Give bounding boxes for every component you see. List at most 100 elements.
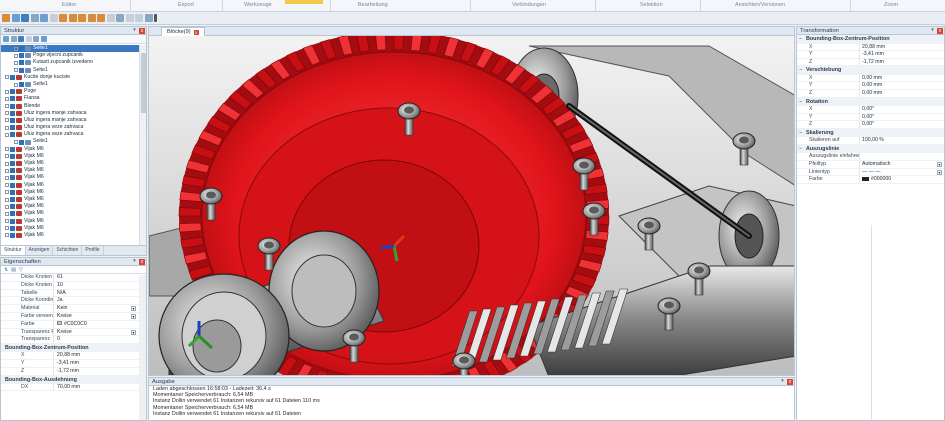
3d-viewport[interactable]: Blöcke(9) x	[148, 26, 795, 376]
expand-toggle-icon[interactable]	[5, 219, 9, 224]
filter-icon[interactable]	[40, 36, 47, 42]
tree-item[interactable]: Uluz ingera manje zahvaca	[1, 110, 140, 117]
expand-toggle-icon[interactable]	[5, 104, 9, 109]
pin-icon[interactable]: ▾	[132, 259, 137, 264]
isolate-icon[interactable]	[33, 36, 39, 42]
ribbon-group-verbindungen[interactable]: Verbindungen	[512, 2, 546, 8]
tree-item[interactable]: Flansa	[1, 95, 140, 102]
property-value[interactable]: 10	[53, 281, 146, 289]
color-swatch[interactable]	[862, 176, 869, 181]
tree-item[interactable]: Uluz ingera manje zahvaca	[1, 117, 140, 124]
visibility-checkbox[interactable]	[10, 74, 15, 80]
transform-row[interactable]: Z 0,00 mm	[797, 89, 944, 98]
dropdown-icon[interactable]: ▾	[131, 306, 136, 312]
property-value[interactable]: #C0C0C0	[53, 320, 146, 328]
transform-value[interactable]: — — — ▾	[859, 168, 944, 176]
tree-item[interactable]: Vijak M6	[1, 232, 140, 239]
ribbon-group-bearbeitung[interactable]: Bearbeitung	[358, 2, 388, 8]
section-icon[interactable]	[116, 14, 124, 22]
expand-toggle-icon[interactable]	[5, 204, 9, 209]
visibility-checkbox[interactable]	[10, 153, 15, 159]
expand-toggle-icon[interactable]	[14, 68, 18, 73]
tree-item[interactable]: Vijak M6	[1, 189, 140, 196]
color-swatch[interactable]	[57, 321, 62, 326]
property-row[interactable]: Z -1,72 mm	[1, 367, 146, 376]
visibility-checkbox[interactable]	[10, 117, 15, 123]
expand-toggle-icon[interactable]	[5, 125, 9, 130]
expand-toggle-icon[interactable]	[5, 161, 9, 166]
dropdown-icon[interactable]: ▾	[131, 313, 136, 319]
property-value[interactable]: Ja	[53, 297, 146, 305]
property-value[interactable]: 0	[53, 336, 146, 344]
expand-toggle-icon[interactable]	[14, 140, 18, 145]
expand-toggle-icon[interactable]	[14, 46, 18, 51]
expand-toggle-icon[interactable]	[5, 211, 9, 216]
visibility-checkbox[interactable]	[10, 168, 15, 174]
redo-icon[interactable]	[135, 14, 143, 22]
property-row[interactable]: Dicke Knoten 61	[1, 274, 146, 282]
visibility-checkbox[interactable]	[10, 182, 15, 188]
dropdown-icon[interactable]	[154, 14, 157, 22]
transform-row[interactable]: Auszugslinie einfahren	[797, 153, 944, 162]
property-value[interactable]: 61	[53, 274, 146, 281]
property-section[interactable]: Bounding-Box-Ausdehnung	[1, 375, 146, 384]
expand-toggle-icon[interactable]	[5, 111, 9, 116]
transform-row[interactable]: Z -1,72 mm	[797, 58, 944, 67]
expand-toggle-icon[interactable]	[5, 89, 9, 94]
visibility-checkbox[interactable]	[10, 232, 15, 238]
ribbon-group-zoom[interactable]: Zoom	[884, 2, 898, 8]
fit-icon[interactable]	[49, 14, 58, 22]
tree-item[interactable]: Seite1	[1, 81, 140, 88]
visibility-checkbox[interactable]	[10, 211, 15, 217]
expand-toggle-icon[interactable]	[5, 190, 9, 195]
visibility-checkbox[interactable]	[19, 60, 24, 66]
expand-toggle-icon[interactable]	[5, 233, 9, 238]
property-row[interactable]: DX 70,00 mm	[1, 383, 146, 392]
rotate-icon[interactable]	[11, 14, 20, 22]
expand-toggle-icon[interactable]	[5, 197, 9, 202]
select-icon[interactable]	[40, 14, 48, 22]
visibility-checkbox[interactable]	[10, 132, 15, 138]
transform-row[interactable]: X 0,00°	[797, 106, 944, 114]
tree-item[interactable]: Blende	[1, 103, 140, 110]
transform-value[interactable]: #000000	[859, 176, 944, 183]
visibility-checkbox[interactable]	[10, 175, 15, 181]
tree-item[interactable]: Vijak M6	[1, 174, 140, 181]
show-icon[interactable]	[18, 36, 24, 42]
visibility-checkbox[interactable]	[10, 204, 15, 210]
visibility-checkbox[interactable]	[10, 96, 15, 102]
property-value[interactable]: -1,72 mm	[53, 367, 146, 375]
property-value[interactable]: -3,41 mm	[53, 359, 146, 367]
dropdown-icon[interactable]: ▾	[937, 169, 942, 175]
visibility-checkbox[interactable]	[19, 53, 24, 59]
zoom-icon[interactable]	[30, 14, 39, 22]
transform-row[interactable]: Y 0,00 mm	[797, 82, 944, 90]
hide-icon[interactable]	[25, 36, 32, 42]
dropdown-icon[interactable]: ▾	[937, 162, 942, 168]
visibility-checkbox[interactable]	[10, 125, 15, 131]
close-icon[interactable]: x	[787, 379, 793, 385]
property-row[interactable]: Material Kein ▾	[1, 305, 146, 313]
expand-toggle-icon[interactable]	[14, 60, 18, 65]
property-section[interactable]: Bounding-Box-Zentrum-Position	[1, 344, 146, 353]
visibility-checkbox[interactable]	[10, 146, 15, 152]
visibility-checkbox[interactable]	[10, 89, 15, 95]
view-front-icon[interactable]	[59, 14, 67, 22]
properties-scrollbar[interactable]	[139, 275, 146, 420]
visibility-checkbox[interactable]	[10, 189, 15, 195]
tree-item[interactable]: Uluz ingera veze zahvaca	[1, 124, 140, 131]
view-iso-icon[interactable]	[97, 14, 105, 22]
transform-value[interactable]: -1,72 mm	[859, 58, 944, 66]
expand-all-icon[interactable]	[3, 36, 9, 42]
expand-toggle-icon[interactable]	[14, 53, 18, 58]
transform-value[interactable]: 20,88 mm	[859, 43, 944, 51]
structure-scroll-thumb[interactable]	[141, 53, 146, 113]
transform-value[interactable]	[859, 153, 944, 161]
property-value[interactable]: Kein ▾	[53, 305, 146, 312]
tree-item[interactable]: Vijak M6	[1, 167, 140, 174]
property-value[interactable]: N/A	[53, 289, 146, 297]
transform-section[interactable]: Skalierung	[797, 128, 944, 138]
transform-value[interactable]: 0,00°	[859, 106, 944, 113]
transform-row[interactable]: Linientyp — — — ▾	[797, 168, 944, 177]
tab-anzeigen[interactable]: Anzeigen	[26, 246, 54, 255]
